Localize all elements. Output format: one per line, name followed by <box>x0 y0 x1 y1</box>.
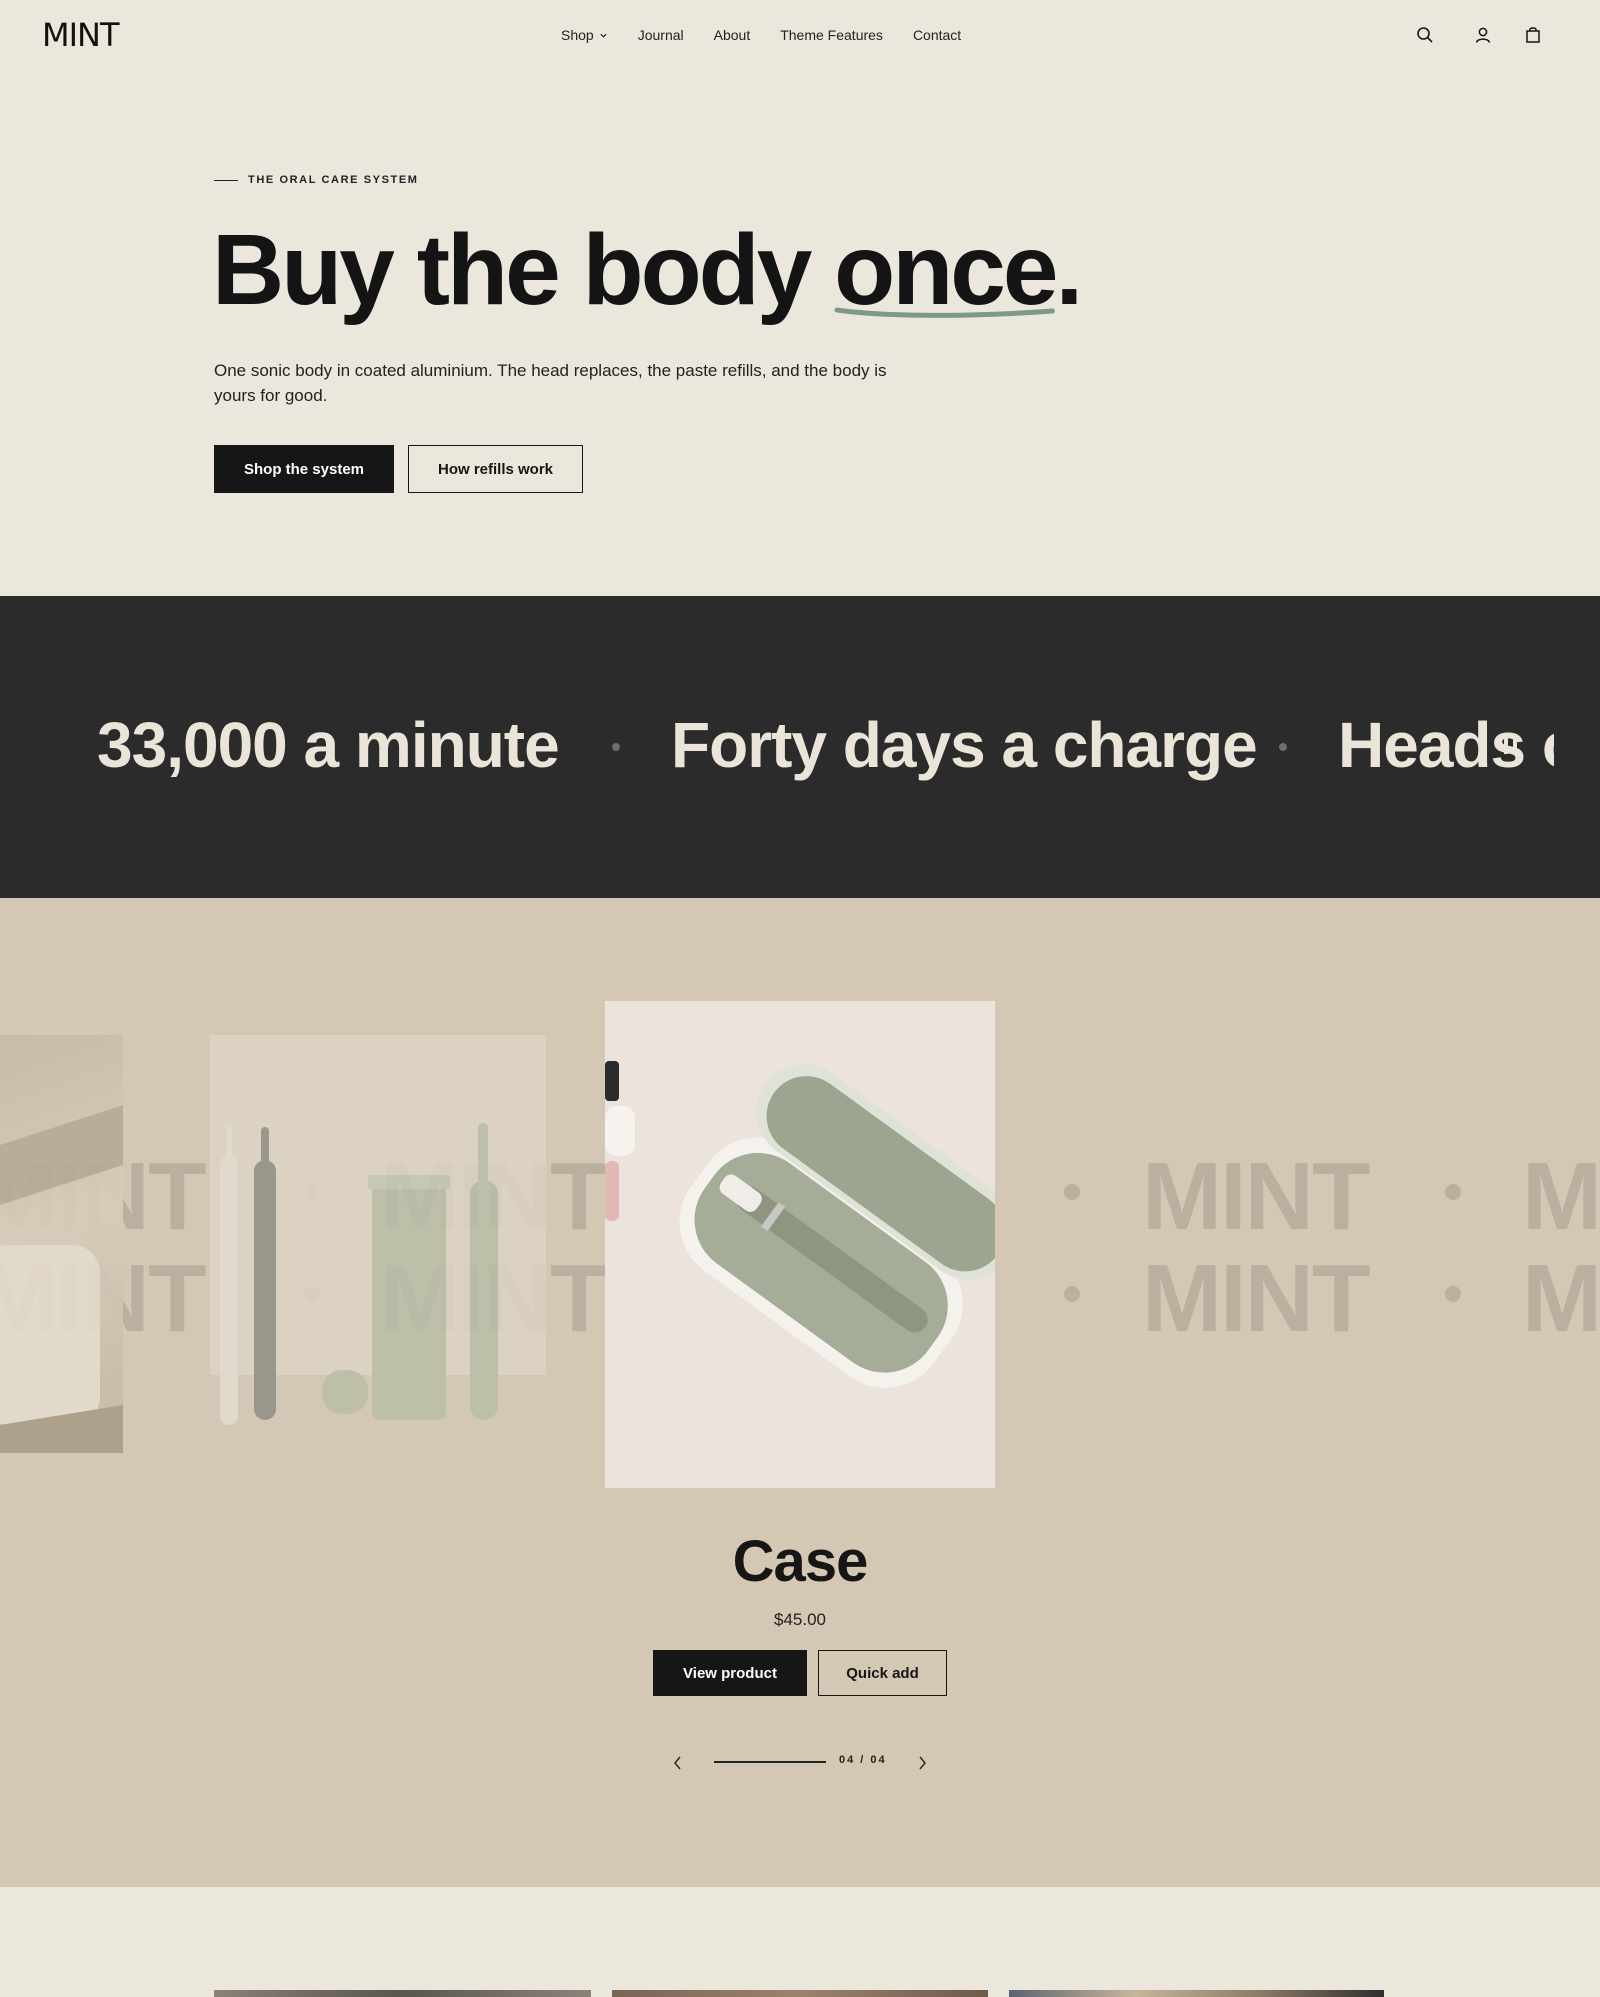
journal-card-image[interactable] <box>1009 1990 1384 1997</box>
headline-text: Buy the body <box>212 214 835 326</box>
shop-system-button[interactable]: Shop the system <box>214 445 394 493</box>
carousel-counter: 04 / 04 <box>839 1754 887 1766</box>
nav-item-label: Journal <box>637 27 684 43</box>
marquee-separator <box>1279 743 1287 751</box>
marquee-item: 33,000 a minute <box>97 709 560 781</box>
hero-eyebrow: THE ORAL CARE SYSTEM <box>214 174 419 186</box>
product-carousel: MINT MINT MINT MINT MINT MINT MINT MINT … <box>0 898 1600 1887</box>
nav-item-shop[interactable]: Shop <box>561 27 608 43</box>
headline-underlined-word: once <box>834 210 1058 330</box>
eyebrow-divider <box>214 179 238 181</box>
chevron-left-icon[interactable] <box>670 1754 686 1772</box>
how-refills-work-button[interactable]: How refills work <box>408 445 583 493</box>
cart-icon[interactable] <box>1522 24 1544 46</box>
site-header: MINT Shop Journal About Theme Features C… <box>0 0 1600 70</box>
nav-item-contact[interactable]: Contact <box>913 27 961 43</box>
carousel-progress-bar <box>714 1761 826 1763</box>
chevron-down-icon <box>600 33 607 38</box>
marquee-separator <box>612 743 620 751</box>
main-nav: Shop Journal About Theme Features Contac… <box>561 27 991 43</box>
underline-squiggle <box>834 307 1056 318</box>
nav-item-label: Contact <box>912 27 962 43</box>
eyebrow-text: THE ORAL CARE SYSTEM <box>248 174 419 186</box>
hero-headline: Buy the body once. <box>212 210 1084 330</box>
watermark-text: MINT <box>1522 1245 1600 1352</box>
watermark-dot <box>1445 1286 1461 1302</box>
watermark-dot <box>1064 1184 1080 1200</box>
slide-illustration <box>0 1105 123 1453</box>
marquee-item: Forty days a charge <box>671 709 1258 781</box>
marquee-item: Heads o <box>1338 709 1554 781</box>
nav-item-about[interactable]: About <box>714 27 751 43</box>
watermark-dot <box>1445 1184 1461 1200</box>
product-title: Case <box>732 1529 869 1594</box>
slide-illustration <box>605 1061 995 1388</box>
watermark-text: MINT <box>1522 1143 1600 1250</box>
watermark-text: MINT <box>1142 1245 1371 1352</box>
nav-item-label: Theme Features <box>780 27 883 43</box>
journal-card-image[interactable] <box>612 1990 988 1997</box>
nav-item-journal[interactable]: Journal <box>638 27 684 43</box>
pause-icon[interactable] <box>1502 736 1520 758</box>
view-product-button[interactable]: View product <box>653 1650 807 1696</box>
journal-card-image[interactable] <box>214 1990 591 1997</box>
quick-add-button[interactable]: Quick add <box>818 1650 947 1696</box>
stats-marquee: 33,000 a minute Forty days a charge Head… <box>0 596 1600 898</box>
watermark-text: MINT <box>1142 1143 1371 1250</box>
headline-period: . <box>1055 214 1084 326</box>
nav-item-theme-features[interactable]: Theme Features <box>780 27 883 43</box>
product-price: $45.00 <box>774 1610 826 1629</box>
nav-item-label: About <box>713 27 751 43</box>
nav-item-label: Shop <box>561 27 594 43</box>
search-icon[interactable] <box>1414 24 1436 46</box>
slide-illustration <box>210 1123 546 1453</box>
product-slide-image[interactable] <box>210 1035 546 1453</box>
site-logo[interactable]: MINT <box>42 16 120 54</box>
chevron-right-icon[interactable] <box>914 1754 930 1772</box>
account-icon[interactable] <box>1472 24 1494 46</box>
header-actions <box>1414 24 1544 46</box>
hero-description: One sonic body in coated aluminium. The … <box>214 361 887 405</box>
product-slide-image-active[interactable] <box>605 1001 995 1488</box>
watermark-dot <box>1064 1286 1080 1302</box>
product-slide-image[interactable] <box>0 1035 123 1453</box>
